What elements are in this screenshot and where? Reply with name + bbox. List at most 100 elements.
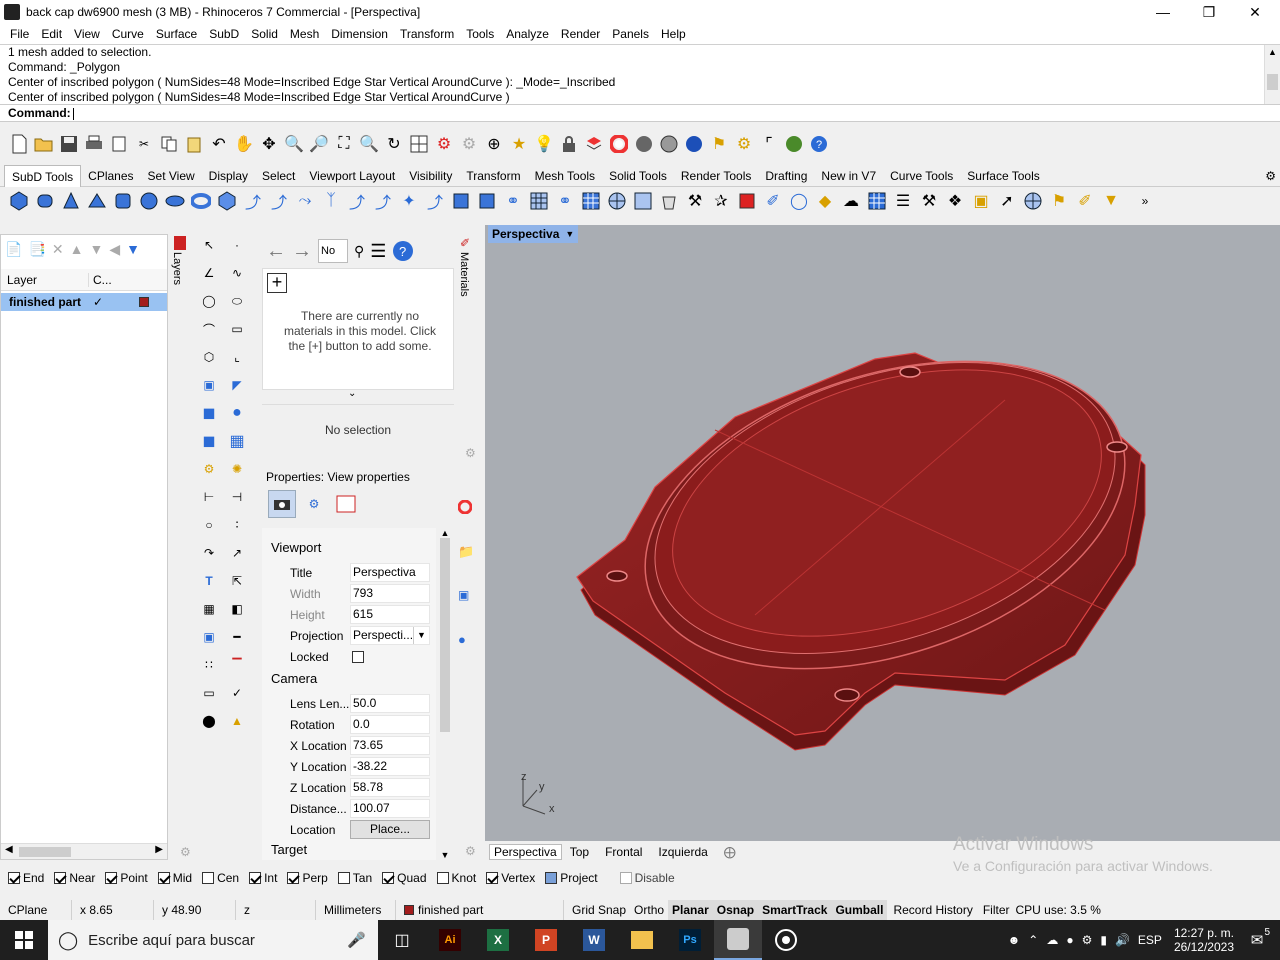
forward-arrow-icon[interactable]: → xyxy=(292,240,312,263)
close-button[interactable]: ✕ xyxy=(1232,0,1278,24)
locked-checkbox[interactable] xyxy=(352,650,364,663)
more-tools-chevron-icon[interactable]: » xyxy=(1134,190,1156,212)
point-icon[interactable]: · xyxy=(226,234,248,256)
windows-start-icon[interactable] xyxy=(0,920,48,960)
tab-set-view[interactable]: Set View xyxy=(141,165,202,187)
polyline-icon[interactable]: ∠ xyxy=(198,262,220,284)
subd-sphere-icon[interactable] xyxy=(8,190,30,212)
folder-icon[interactable]: 📁 xyxy=(458,544,474,560)
tab-viewport-layout[interactable]: Viewport Layout xyxy=(302,165,402,187)
properties-scrollbar[interactable]: ▲ ▼ xyxy=(436,528,454,860)
osnap-tan[interactable]: Tan xyxy=(337,871,372,885)
analyze-icon[interactable]: ▭ xyxy=(198,682,220,704)
excel-app-icon[interactable]: X xyxy=(474,929,522,951)
menu-file[interactable]: File xyxy=(4,27,35,41)
materials-list[interactable]: + There are currently no materials in th… xyxy=(262,268,454,390)
color-wheel-icon[interactable] xyxy=(457,499,473,517)
environment-tab-icon[interactable]: ⚙ xyxy=(300,490,328,518)
help-doc-icon[interactable]: ▣ xyxy=(458,588,469,602)
subd-convert-icon[interactable]: ❖ xyxy=(944,190,966,212)
tab-mesh-tools[interactable]: Mesh Tools xyxy=(528,165,602,187)
osnap-checkbox[interactable] xyxy=(105,872,118,884)
subd-bucket-icon[interactable] xyxy=(658,190,680,212)
properties-gear-icon[interactable]: ⚙ xyxy=(465,844,476,858)
rhino-taskbar-icon[interactable] xyxy=(714,920,762,960)
subd-tools-icon[interactable]: ⚒ xyxy=(684,190,706,212)
move-left-icon[interactable]: ◀ xyxy=(109,241,120,258)
scroll-thumb[interactable] xyxy=(19,847,71,857)
scroll-up-icon[interactable]: ▲ xyxy=(436,528,454,538)
osnap-checkbox[interactable] xyxy=(54,872,67,884)
select-arrow-icon[interactable]: ↖ xyxy=(198,234,220,256)
grid-snap-toggle[interactable]: Grid Snap xyxy=(564,900,630,920)
command-line[interactable]: Command: xyxy=(0,104,1280,122)
osnap-checkbox[interactable] xyxy=(545,872,558,884)
expand-chevron-icon[interactable]: ⌄ xyxy=(348,388,356,399)
cloud-icon[interactable]: ☁ xyxy=(1046,933,1058,947)
subd-weld-icon[interactable]: ⚭ xyxy=(502,190,524,212)
osnap-checkbox[interactable] xyxy=(249,872,262,884)
command-history[interactable]: 1 mesh added to selection. Command: _Pol… xyxy=(0,44,1280,105)
print-icon[interactable] xyxy=(83,133,105,155)
osnap-disable[interactable]: Disable xyxy=(619,871,675,885)
mesh-plane-icon[interactable]: ▦ xyxy=(226,430,248,452)
dimension-line-icon[interactable]: ━ xyxy=(226,626,248,648)
subd-insert-icon[interactable]: ◆ xyxy=(814,190,836,212)
gumball-toggle[interactable]: Gumball xyxy=(831,900,888,920)
ortho-toggle[interactable]: Ortho xyxy=(630,900,668,920)
scroll-left-icon[interactable]: ◀ xyxy=(5,844,13,855)
subd-loft2-icon[interactable]: ⤴ xyxy=(268,190,290,212)
subd-grid3-icon[interactable] xyxy=(866,190,888,212)
layers-side-tab[interactable]: Layers xyxy=(171,236,189,296)
filter-icon[interactable]: ▼ xyxy=(126,241,140,258)
illustrator-app-icon[interactable]: Ai xyxy=(426,929,474,951)
scroll-up-icon[interactable]: ▲ xyxy=(1265,45,1280,60)
osnap-perp[interactable]: Perp xyxy=(287,871,328,885)
osnap-near[interactable]: Near xyxy=(54,871,95,885)
layer-color-icon[interactable] xyxy=(583,133,605,155)
solid-box-icon[interactable]: ◼ xyxy=(198,402,220,424)
layers-panel-gear-icon[interactable]: ⚙ xyxy=(180,845,191,859)
trim-icon[interactable]: ⊢ xyxy=(198,486,220,508)
import-icon[interactable] xyxy=(108,133,130,155)
mirror-icon[interactable]: ◧ xyxy=(226,598,248,620)
tab-select[interactable]: Select xyxy=(255,165,302,187)
subd-filter-icon[interactable]: ▼ xyxy=(1100,190,1122,212)
render-sphere-icon[interactable] xyxy=(683,133,705,155)
volume-icon[interactable]: 🔊 xyxy=(1115,933,1130,947)
move-box-icon[interactable]: ▣ xyxy=(198,626,220,648)
menu-view[interactable]: View xyxy=(68,27,106,41)
tab-izquierda[interactable]: Izquierda xyxy=(650,845,715,859)
osnap-end[interactable]: End xyxy=(8,871,44,885)
menu-render[interactable]: Render xyxy=(555,27,606,41)
osnap-checkbox[interactable] xyxy=(202,872,215,884)
subd-link-icon[interactable]: ⚭ xyxy=(554,190,576,212)
scroll-down-icon[interactable]: ▼ xyxy=(436,850,454,860)
menu-help[interactable]: Help xyxy=(655,27,692,41)
current-column-header[interactable]: C... xyxy=(89,273,112,287)
menu-subd[interactable]: SubD xyxy=(203,27,245,41)
light-bulb-icon[interactable]: 💡 xyxy=(533,133,555,155)
tab-top[interactable]: Top xyxy=(562,845,597,859)
units-label[interactable]: Millimeters xyxy=(316,900,396,920)
solid-cylinder-icon[interactable]: ◼ xyxy=(198,430,220,452)
subd-cylinder-icon[interactable] xyxy=(34,190,56,212)
block-icon[interactable]: ⬤ xyxy=(198,710,220,732)
scale-icon[interactable]: ⇱ xyxy=(226,570,248,592)
subd-append-icon[interactable]: ✦ xyxy=(398,190,420,212)
subd-star-icon[interactable] xyxy=(632,190,654,212)
tab-render-tools[interactable]: Render Tools xyxy=(674,165,759,187)
open-file-icon[interactable] xyxy=(33,133,55,155)
cut-icon[interactable]: ✂ xyxy=(133,133,155,155)
tab-drafting[interactable]: Drafting xyxy=(758,165,814,187)
projection-select[interactable]: Perspecti... ▼ xyxy=(350,626,430,645)
menu-transform[interactable]: Transform xyxy=(394,27,460,41)
subd-loft-icon[interactable]: ⤴ xyxy=(242,190,264,212)
model-back-cap[interactable] xyxy=(485,225,1280,841)
section-icon[interactable]: ▔ xyxy=(226,654,248,676)
obs-app-icon[interactable] xyxy=(762,929,810,951)
new-layer-icon[interactable]: 📄 xyxy=(5,241,22,258)
delete-layer-icon[interactable]: ✕ xyxy=(52,241,64,258)
menu-dimension[interactable]: Dimension xyxy=(325,27,394,41)
subd-mesh-icon[interactable] xyxy=(606,190,628,212)
